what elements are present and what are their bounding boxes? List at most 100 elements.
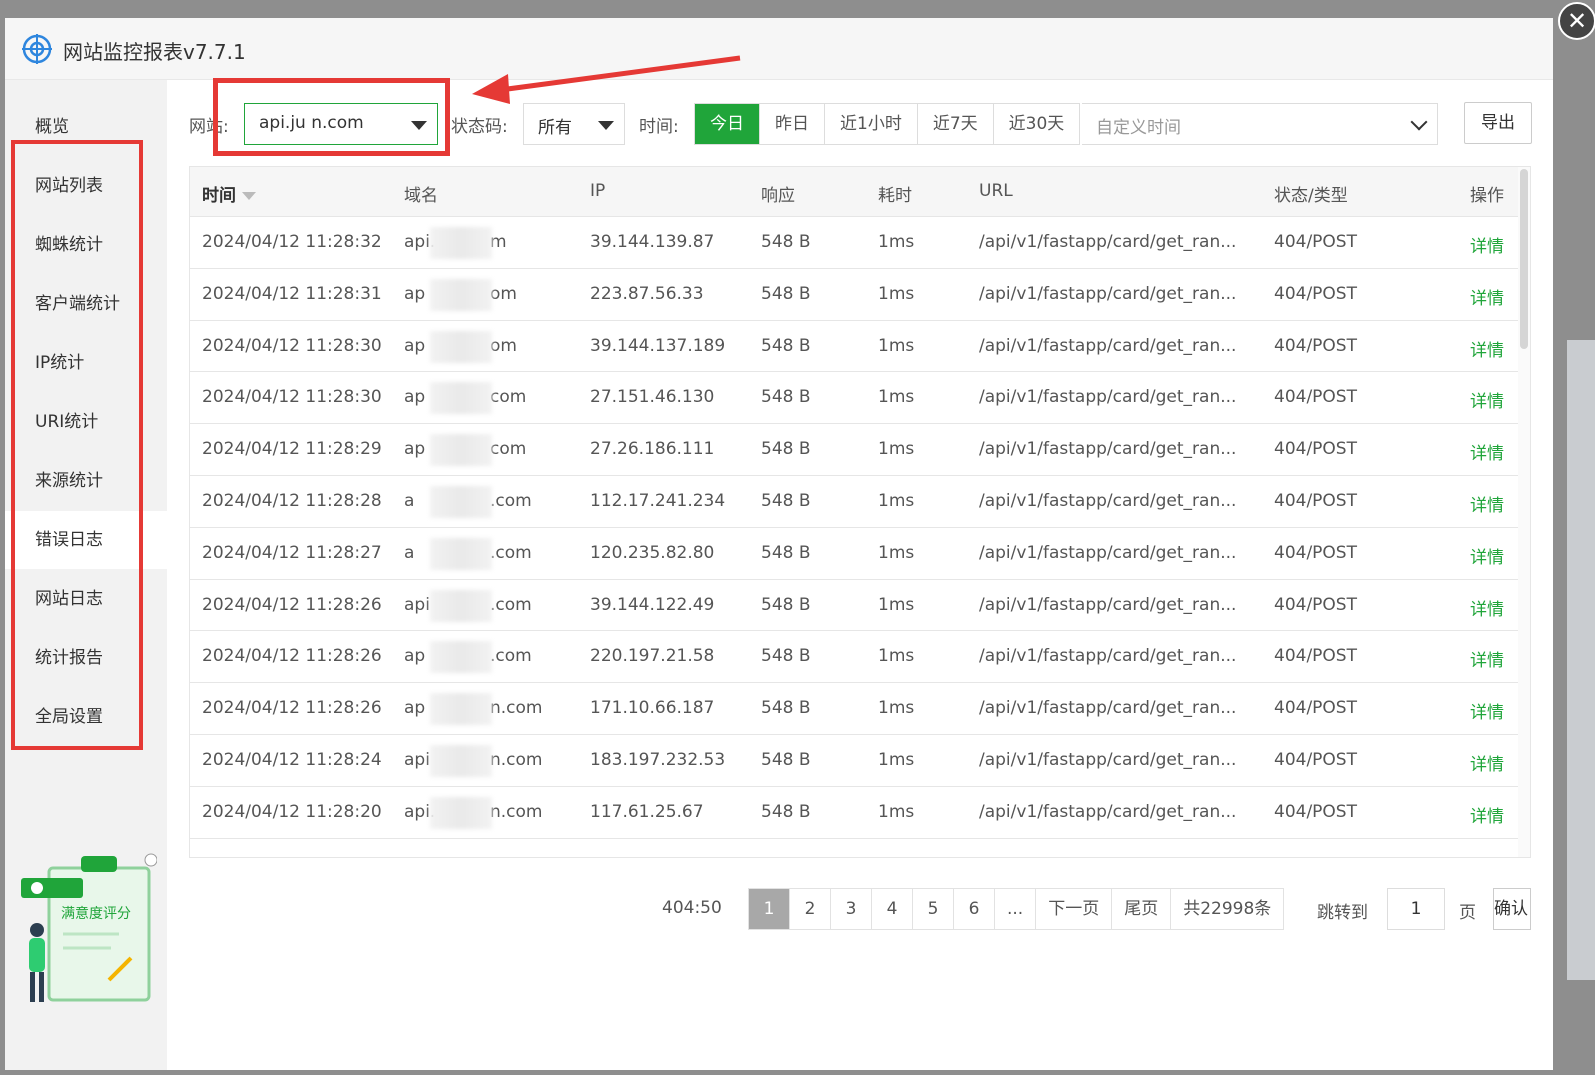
detail-link[interactable]: 详情 [1470, 750, 1504, 775]
log-status: 404/POST [1274, 439, 1357, 460]
column-header[interactable]: 时间 [202, 181, 256, 206]
next-page-button[interactable]: 下一页 [1036, 889, 1113, 929]
table-row: 2024/04/12 11:28:27 a .com 120.235.82.80 548… [190, 528, 1530, 580]
column-header-label: 耗时 [878, 186, 912, 206]
app-logo-icon [22, 34, 52, 64]
log-cost: 1ms [878, 698, 915, 719]
detail-link[interactable]: 详情 [1470, 595, 1504, 620]
satisfaction-rating-widget[interactable]: 满意度评分 [19, 850, 157, 1010]
log-size: 548 B [761, 594, 811, 615]
time-option-button[interactable]: 近30天 [993, 104, 1080, 144]
log-cost: 1ms [878, 335, 915, 356]
table-body: 2024/04/12 11:28:32 api. m 39.144.139.87 548… [190, 217, 1530, 839]
last-page-button[interactable]: 尾页 [1112, 889, 1172, 929]
page-button[interactable]: 4 [872, 889, 913, 929]
detail-link[interactable]: 详情 [1470, 646, 1504, 671]
error-log-table: 时间 域名 IP 响应 耗时 URL 状态/类型 操作 2024/04/12 11:28:32… [189, 166, 1531, 858]
log-size: 548 B [761, 335, 811, 356]
sidebar-item[interactable]: 客户端统计 [5, 275, 167, 333]
detail-link[interactable]: 详情 [1470, 336, 1504, 361]
detail-link[interactable]: 详情 [1470, 387, 1504, 412]
log-size: 548 B [761, 542, 811, 563]
detail-link[interactable]: 详情 [1470, 284, 1504, 309]
detail-link[interactable]: 详情 [1470, 543, 1504, 568]
log-cost: 1ms [878, 749, 915, 770]
sidebar-item[interactable]: URI统计 [5, 393, 167, 451]
page-button[interactable]: 1 [749, 889, 790, 929]
log-time: 2024/04/12 11:28:26 [202, 646, 382, 667]
log-time: 2024/04/12 11:28:30 [202, 335, 382, 356]
confirm-jump-button[interactable]: 确认 [1493, 888, 1531, 930]
redaction-blur [430, 382, 492, 415]
site-label: 网站: [189, 117, 229, 137]
sidebar-item[interactable]: 网站日志 [5, 570, 167, 628]
log-size: 548 B [761, 490, 811, 511]
column-header-label: 响应 [761, 186, 795, 206]
export-button[interactable]: 导出 [1464, 102, 1532, 144]
log-ip: 223.87.56.33 [590, 283, 704, 304]
detail-link[interactable]: 详情 [1470, 232, 1504, 257]
redaction-blur [430, 693, 492, 726]
sidebar-item[interactable]: 错误日志 [5, 511, 167, 569]
table-row: 2024/04/12 11:28:32 api. m 39.144.139.87 548… [190, 217, 1530, 269]
log-ip: 171.10.66.187 [590, 698, 715, 719]
caret-down-icon [598, 121, 614, 130]
log-domain-suffix: n.com [490, 698, 543, 719]
close-icon[interactable]: ✕ [1558, 2, 1595, 40]
page-button[interactable]: 6 [954, 889, 995, 929]
site-select[interactable]: api.ju n.com [244, 103, 438, 145]
time-option-button[interactable]: 近1小时 [825, 104, 918, 144]
promo-label: 满意度评分 [61, 905, 131, 921]
detail-link[interactable]: 详情 [1470, 439, 1504, 464]
log-domain-prefix: api [404, 749, 430, 770]
log-size: 548 B [761, 749, 811, 770]
sidebar-item[interactable]: 统计报告 [5, 629, 167, 687]
sidebar-item[interactable]: 网站列表 [5, 157, 167, 215]
sidebar-item[interactable]: 全局设置 [5, 688, 167, 746]
sidebar-item[interactable]: 蜘蛛统计 [5, 216, 167, 274]
log-url: /api/v1/fastapp/card/get_ran... [979, 801, 1237, 822]
detail-link[interactable]: 详情 [1470, 802, 1504, 827]
log-size: 548 B [761, 439, 811, 460]
log-domain-suffix: n.com [490, 801, 543, 822]
page-button[interactable]: ... [995, 889, 1037, 929]
detail-link[interactable]: 详情 [1470, 491, 1504, 516]
sidebar-item[interactable]: IP统计 [5, 334, 167, 392]
time-option-button[interactable]: 昨日 [760, 104, 825, 144]
sidebar-item[interactable]: 概览 [5, 98, 167, 156]
column-header-label: 时间 [202, 186, 236, 206]
log-url: /api/v1/fastapp/card/get_ran... [979, 749, 1237, 770]
page-button[interactable]: 3 [831, 889, 872, 929]
custom-time-picker[interactable]: 自定义时间 [1082, 103, 1438, 145]
modal-title: 网站监控报表v7.7.1 [63, 40, 246, 64]
log-ip: 117.61.25.67 [590, 801, 704, 822]
report-modal: 网站监控报表v7.7.1 概览 网站列表 蜘蛛统计 客户端统计 IP统计 URI统计 来源统… [5, 18, 1553, 1070]
detail-link[interactable]: 详情 [1470, 698, 1504, 723]
log-domain-suffix: om [490, 283, 517, 304]
modal-header: 网站监控报表v7.7.1 [5, 18, 1553, 80]
page-buttons: 1 2 3 4 5 6... 下一页 尾页 共22998条 [748, 888, 1285, 930]
log-time: 2024/04/12 11:28:28 [202, 490, 382, 511]
log-url: /api/v1/fastapp/card/get_ran... [979, 698, 1237, 719]
time-option-button[interactable]: 今日 [695, 104, 760, 144]
table-scrollbar[interactable] [1518, 167, 1530, 857]
time-option-button[interactable]: 近7天 [917, 104, 994, 144]
jump-page-input[interactable]: 1 [1387, 888, 1445, 930]
redaction-blur [430, 227, 492, 259]
column-header-label: 状态/类型 [1274, 186, 1348, 206]
log-url: /api/v1/fastapp/card/get_ran... [979, 594, 1237, 615]
status-code-select[interactable]: 所有 [523, 103, 625, 145]
log-url: /api/v1/fastapp/card/get_ran... [979, 283, 1237, 304]
log-url: /api/v1/fastapp/card/get_ran... [979, 490, 1237, 511]
caret-down-icon [411, 121, 427, 130]
log-url: /api/v1/fastapp/card/get_ran... [979, 542, 1237, 563]
column-header: URL [979, 181, 1013, 201]
sidebar-item[interactable]: 来源统计 [5, 452, 167, 510]
redaction-blur [430, 485, 492, 518]
page-button[interactable]: 5 [913, 889, 954, 929]
page-button[interactable]: 2 [790, 889, 831, 929]
scrollbar-thumb[interactable] [1520, 169, 1528, 349]
sort-caret-icon[interactable] [242, 192, 256, 200]
log-status: 404/POST [1274, 490, 1357, 511]
page-unit-label: 页 [1459, 903, 1476, 923]
